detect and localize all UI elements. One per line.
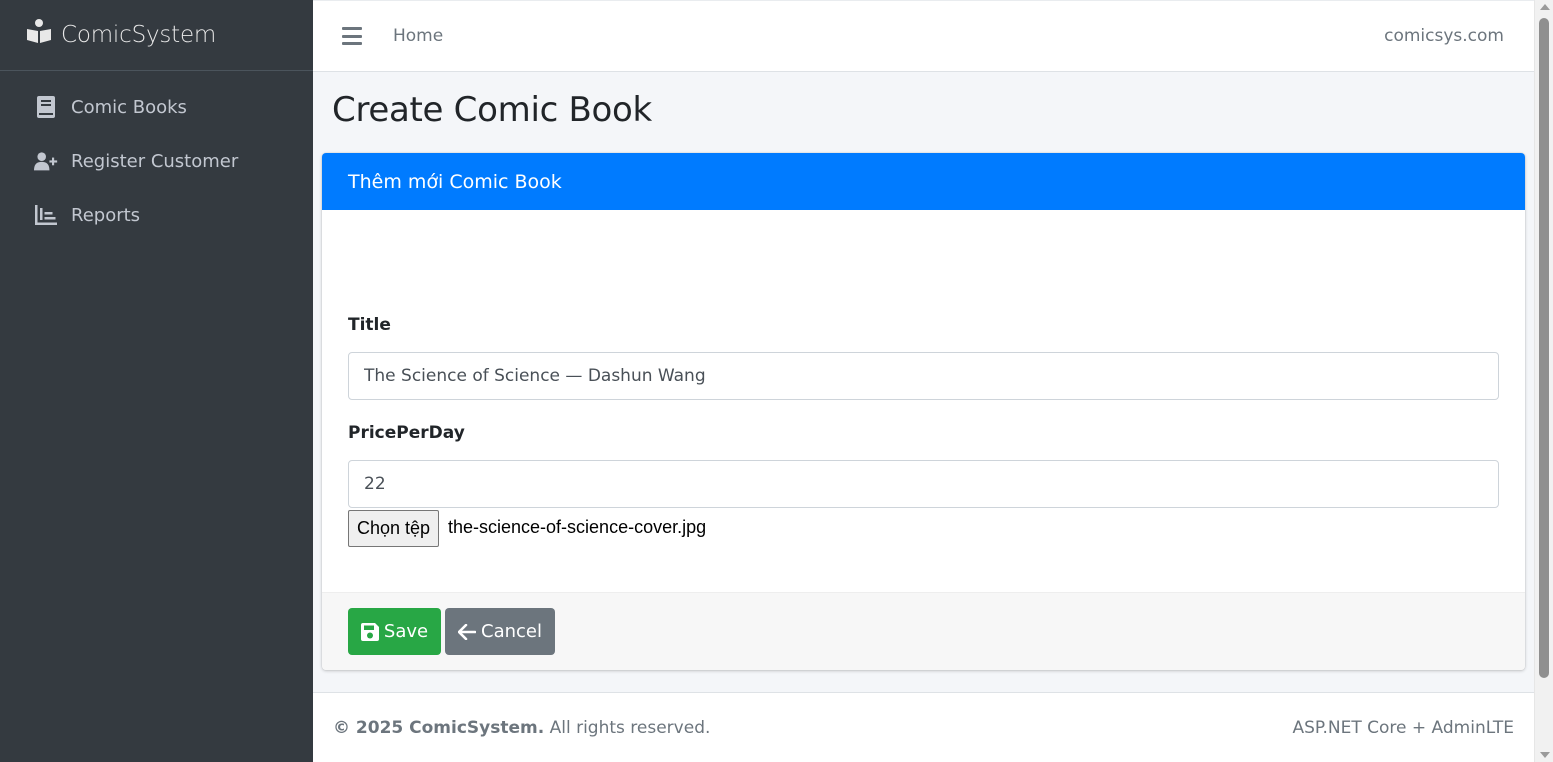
- title-label: Title: [348, 315, 391, 335]
- scrollbar-thumb[interactable]: [1539, 18, 1549, 678]
- page-footer: © 2025 ComicSystem. All rights reserved.…: [313, 692, 1534, 762]
- card-title: Thêm mới Comic Book: [348, 170, 562, 193]
- brand-link[interactable]: ComicSystem: [0, 0, 313, 71]
- sidebar: ComicSystem Comic Books Register Custome…: [0, 0, 313, 762]
- file-name: the-science-of-science-cover.jpg: [448, 517, 707, 537]
- title-input[interactable]: [348, 352, 1499, 400]
- sidebar-item-label: Comic Books: [71, 96, 187, 118]
- sidebar-item-label: Reports: [71, 204, 141, 226]
- copyright: © 2025 ComicSystem. All rights reserved.: [333, 718, 710, 738]
- card-footer: Save Cancel: [322, 592, 1525, 670]
- user-plus-icon: [34, 149, 58, 173]
- sidebar-item-comic-books[interactable]: Comic Books: [0, 80, 313, 134]
- chart-icon: [34, 203, 58, 227]
- price-input[interactable]: [348, 460, 1499, 508]
- reader-logo-icon: [26, 18, 52, 44]
- page-title: Create Comic Book: [332, 90, 652, 130]
- sidebar-item-register-customer[interactable]: Register Customer: [0, 134, 313, 188]
- home-link[interactable]: Home: [393, 26, 443, 46]
- arrow-left-icon: [458, 623, 476, 640]
- save-button[interactable]: Save: [348, 608, 441, 655]
- brand-name: ComicSystem: [61, 22, 217, 48]
- book-icon: [34, 95, 58, 119]
- sidebar-item-label: Register Customer: [71, 150, 239, 172]
- hamburger-menu-icon[interactable]: [342, 27, 362, 45]
- sidebar-item-reports[interactable]: Reports: [0, 188, 313, 242]
- choose-file-button[interactable]: Chọn tệp: [348, 510, 440, 547]
- cancel-button[interactable]: Cancel: [445, 608, 555, 655]
- card-header: Thêm mới Comic Book: [322, 153, 1525, 210]
- tech-stack: ASP.NET Core + AdminLTE: [1292, 717, 1514, 738]
- scroll-up-arrow-icon[interactable]: [1540, 4, 1550, 10]
- cancel-label: Cancel: [481, 621, 542, 642]
- site-link[interactable]: comicsys.com: [1384, 26, 1504, 46]
- vertical-scrollbar[interactable]: [1534, 0, 1553, 762]
- scroll-down-arrow-icon[interactable]: [1540, 752, 1550, 758]
- copyright-strong: © 2025 ComicSystem.: [333, 717, 545, 738]
- copyright-rest: All rights reserved.: [549, 717, 711, 738]
- save-label: Save: [383, 621, 429, 642]
- sidebar-nav: Comic Books Register Customer Reports: [0, 71, 313, 242]
- price-label: PricePerDay: [348, 423, 465, 443]
- floppy-disk-icon: [360, 622, 379, 641]
- create-comic-card: Thêm mới Comic Book Title PricePerDay Ản…: [322, 153, 1525, 670]
- top-navbar: Home comicsys.com: [313, 0, 1534, 72]
